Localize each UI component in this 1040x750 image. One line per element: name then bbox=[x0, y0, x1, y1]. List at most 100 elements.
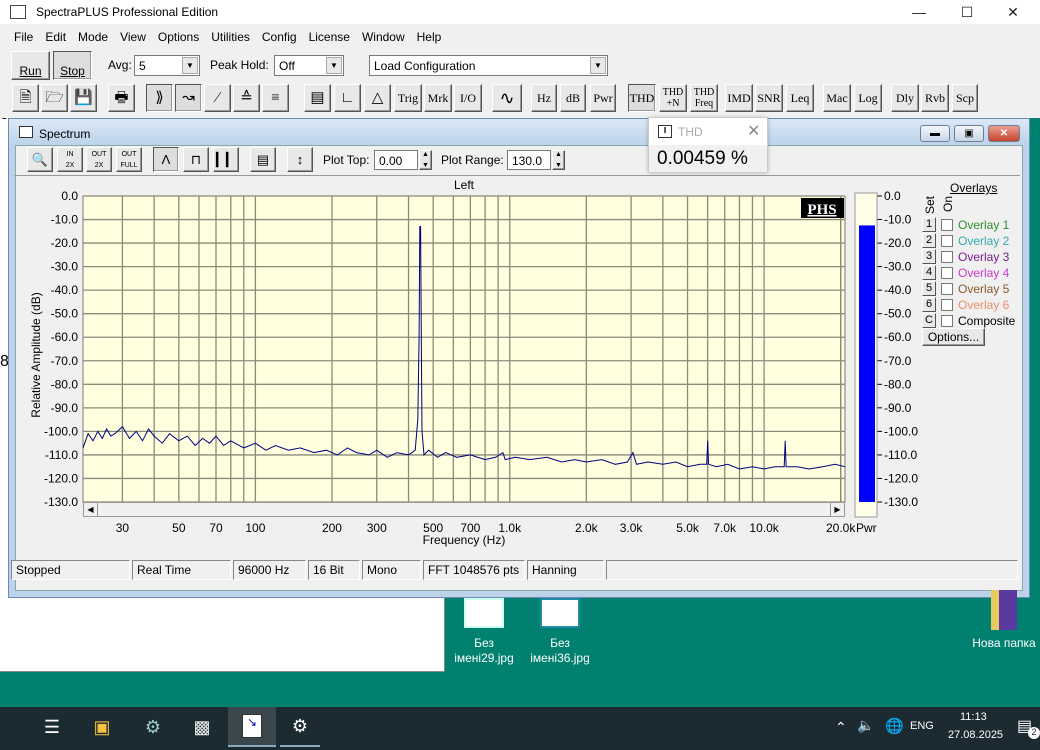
y-tick-label: -60.0 bbox=[51, 330, 79, 344]
overlay-row: C Composite bbox=[922, 313, 1015, 328]
overlay-set-button[interactable]: C bbox=[922, 313, 936, 328]
x-tick-label: 20.0k bbox=[826, 521, 856, 535]
overlay-set-button[interactable]: 3 bbox=[922, 249, 936, 264]
scroll-left-button[interactable]: ◀ bbox=[84, 503, 98, 516]
file-explorer-icon[interactable]: ▣ bbox=[82, 707, 122, 747]
spectraplus-taskbar-icon[interactable]: ↘ bbox=[228, 707, 276, 747]
task-view-icon[interactable]: ☰ bbox=[32, 707, 72, 747]
overlay-set-button[interactable]: 4 bbox=[922, 265, 936, 280]
tool-app-icon[interactable]: ⚙ bbox=[133, 707, 173, 747]
spectrum-chart: 0.0 0.0 -10.0 -10.0 -20.0 -20.0 -30.0 -30.0 -40.… bbox=[29, 178, 918, 547]
overlay-options-button[interactable]: Options... bbox=[922, 328, 985, 346]
close-icon[interactable]: ✕ bbox=[747, 121, 760, 141]
phs-logo-text: PHS bbox=[807, 202, 836, 218]
overlay-row: 3 Overlay 3 bbox=[922, 249, 1009, 264]
status-field: Stopped bbox=[11, 560, 130, 580]
meter-tick-label: -130.0 bbox=[884, 495, 918, 509]
y-tick-label: 0.0 bbox=[61, 189, 78, 203]
taskbar: ☰ ▣ ⚙ ▩ ↘ ⚙ ⌃ 🔈 🌐 ENG 11:13 27.08.2025 ▤… bbox=[0, 707, 1040, 750]
x-tick-label: 7.0k bbox=[713, 521, 737, 535]
desktop-icon-image[interactable]: Без імені29.jpg bbox=[447, 595, 521, 666]
folder-icon bbox=[991, 590, 1017, 630]
notification-count: 2 bbox=[1028, 727, 1040, 739]
overlay-label: Overlay 4 bbox=[958, 265, 1010, 280]
y-tick-label: -10.0 bbox=[51, 213, 79, 227]
x-tick-label: 100 bbox=[245, 521, 265, 535]
meter-tick-label: 0.0 bbox=[884, 189, 901, 203]
desktop-icon-label: імені29.jpg bbox=[454, 651, 514, 665]
language-indicator[interactable]: ENG bbox=[910, 720, 934, 732]
overlay-checkbox[interactable] bbox=[941, 218, 953, 231]
meter-tick-label: -30.0 bbox=[884, 260, 912, 274]
y-tick-label: -100.0 bbox=[44, 424, 78, 438]
globe-icon[interactable]: 🌐 bbox=[885, 717, 904, 735]
y-tick-label: -90.0 bbox=[51, 401, 79, 415]
x-tick-label: 70 bbox=[209, 521, 223, 535]
store-icon[interactable]: ▩ bbox=[182, 707, 222, 747]
thd-value: 0.00459 % bbox=[657, 148, 748, 169]
x-axis-label: Frequency (Hz) bbox=[423, 533, 506, 547]
y-tick-label: -70.0 bbox=[51, 354, 79, 368]
overlay-checkbox[interactable] bbox=[941, 282, 953, 295]
x-tick-label: 5.0k bbox=[676, 521, 700, 535]
overlay-label: Overlay 2 bbox=[958, 233, 1010, 248]
pin-icon[interactable]: ‖ bbox=[658, 125, 672, 138]
desktop-icon-image[interactable]: Без імені36.jpg bbox=[523, 595, 597, 666]
meter-tick-label: -40.0 bbox=[884, 283, 912, 297]
y-tick-label: -120.0 bbox=[44, 471, 78, 485]
meter-tick-label: -110.0 bbox=[884, 448, 917, 462]
clock-time[interactable]: 11:13 bbox=[960, 711, 987, 723]
y-tick-label: -30.0 bbox=[51, 260, 79, 274]
overlay-row: 1 Overlay 1 bbox=[922, 217, 1009, 232]
y-tick-label: -50.0 bbox=[51, 307, 79, 321]
overlay-checkbox[interactable] bbox=[941, 250, 953, 263]
status-field: Mono bbox=[362, 560, 421, 580]
meter-tick-label: -20.0 bbox=[884, 236, 912, 250]
status-field-empty bbox=[606, 560, 1018, 580]
overlay-checkbox[interactable] bbox=[941, 298, 953, 311]
clock-date[interactable]: 27.08.2025 bbox=[948, 729, 1003, 741]
meter-tick-label: -90.0 bbox=[884, 401, 912, 415]
status-field: Hanning bbox=[527, 560, 604, 580]
overlay-checkbox[interactable] bbox=[941, 266, 953, 279]
power-meter-bar bbox=[859, 225, 875, 502]
overlay-checkbox[interactable] bbox=[941, 314, 953, 327]
settings-icon[interactable]: ⚙ bbox=[280, 707, 320, 747]
options-label: Options... bbox=[927, 329, 980, 344]
scroll-right-button[interactable]: ▶ bbox=[830, 503, 844, 516]
meter-tick-label: -50.0 bbox=[884, 307, 912, 321]
overlay-label: Overlay 3 bbox=[958, 249, 1010, 264]
image-file-icon bbox=[464, 598, 504, 628]
y-tick-label: -110.0 bbox=[45, 448, 78, 462]
x-tick-label: 200 bbox=[322, 521, 342, 535]
desktop-icon-label: Нова папка bbox=[972, 636, 1036, 650]
thd-popup: ‖ THD ✕ 0.00459 % bbox=[648, 117, 768, 172]
y-tick-label: -130.0 bbox=[44, 495, 78, 509]
volume-icon[interactable]: 🔈 bbox=[857, 717, 874, 734]
meter-tick-label: -70.0 bbox=[884, 354, 912, 368]
x-tick-label: 30 bbox=[116, 521, 130, 535]
chevron-up-icon[interactable]: ⌃ bbox=[835, 719, 847, 736]
desktop-icon-label: Без bbox=[550, 636, 570, 650]
x-tick-label: 2.0k bbox=[575, 521, 599, 535]
overlay-set-button[interactable]: 6 bbox=[922, 297, 936, 312]
on-label: On bbox=[941, 195, 955, 212]
meter-tick-label: -80.0 bbox=[884, 377, 912, 391]
desktop-icon-folder[interactable]: Нова папка bbox=[968, 590, 1040, 651]
overlay-label: Overlay 1 bbox=[958, 217, 1010, 232]
overlay-set-button[interactable]: 1 bbox=[922, 217, 936, 232]
y-tick-label: -80.0 bbox=[51, 377, 79, 391]
overlays-title: Overlays bbox=[950, 181, 998, 195]
status-field: FFT 1048576 pts bbox=[423, 560, 525, 580]
overlay-checkbox[interactable] bbox=[941, 234, 953, 247]
overlay-set-button[interactable]: 2 bbox=[922, 233, 936, 248]
overlay-label: Overlay 5 bbox=[958, 281, 1010, 296]
pwr-label: Pwr bbox=[856, 521, 877, 535]
overlay-row: 4 Overlay 4 bbox=[922, 265, 1009, 280]
x-tick-label: 300 bbox=[367, 521, 387, 535]
meter-tick-label: -100.0 bbox=[884, 424, 918, 438]
overlay-row: 2 Overlay 2 bbox=[922, 233, 1009, 248]
thd-value-area: 0.00459 % bbox=[649, 145, 767, 172]
horizontal-scrollbar[interactable]: ◀ ▶ bbox=[83, 502, 845, 517]
overlay-set-button[interactable]: 5 bbox=[922, 281, 936, 296]
